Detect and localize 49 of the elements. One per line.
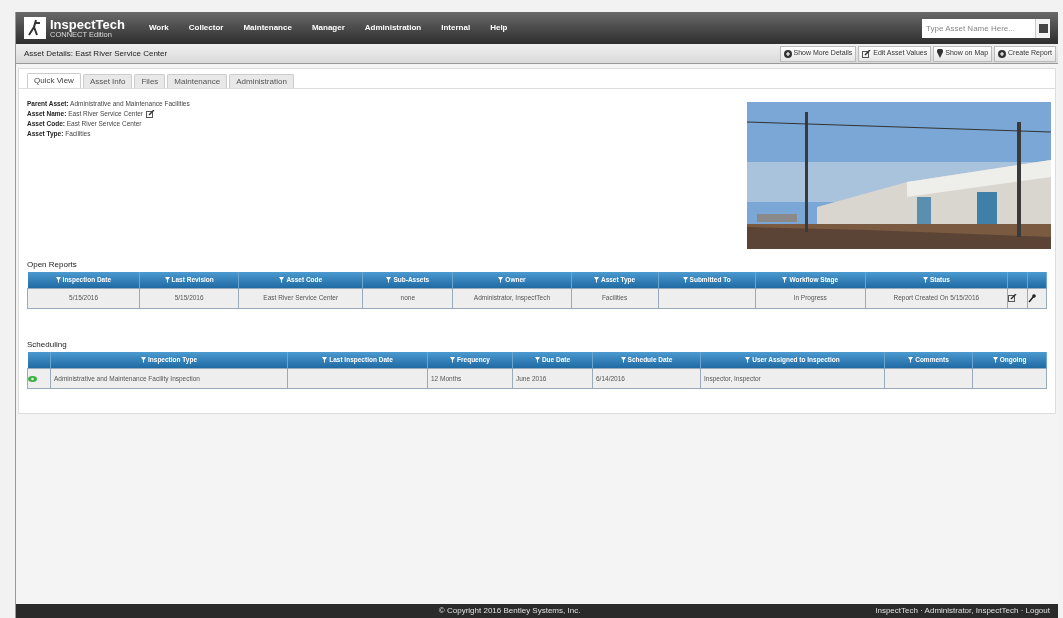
edit-icon — [1007, 294, 1017, 302]
section-title: Open Reports — [27, 259, 78, 271]
tab[interactable]: Asset Info — [82, 74, 133, 88]
menu-item[interactable]: Internal — [441, 22, 471, 34]
edit-icon — [862, 49, 872, 58]
grid-icon — [1038, 23, 1048, 33]
filter-icon — [55, 277, 61, 284]
column-header — [27, 351, 51, 369]
filter-icon — [682, 277, 688, 284]
map-pin-icon — [937, 49, 944, 58]
filter-icon — [745, 357, 751, 364]
plus-icon — [783, 49, 792, 58]
page-title: Asset Details: East River Service Center — [24, 47, 168, 60]
menu-item[interactable]: Collector — [188, 22, 224, 34]
filter-icon — [922, 277, 928, 284]
menu-item[interactable]: Work — [148, 22, 169, 34]
menu-item[interactable]: Help — [490, 22, 508, 34]
grid-button[interactable] — [1035, 18, 1050, 38]
filter-icon — [620, 357, 626, 364]
menu-item[interactable]: Maintenance — [243, 22, 292, 34]
filter-icon — [992, 357, 998, 364]
column-header — [1027, 272, 1047, 288]
plus-icon — [998, 49, 1007, 58]
tab[interactable]: Maintenance — [167, 74, 228, 88]
filter-icon — [782, 277, 788, 284]
tab[interactable]: Quick View — [27, 73, 81, 88]
filter-icon — [498, 277, 504, 284]
filter-icon — [534, 357, 540, 364]
filter-icon — [322, 357, 328, 364]
filter-icon — [593, 277, 599, 284]
edit-icon[interactable] — [146, 110, 155, 118]
filter-icon — [141, 357, 146, 364]
filter-icon — [164, 277, 170, 284]
column-header — [1007, 272, 1028, 288]
brand-name: InspectTech — [50, 17, 125, 31]
tab[interactable]: Files — [134, 74, 166, 88]
menu-item[interactable]: Administration — [364, 22, 422, 34]
filter-icon — [908, 357, 914, 364]
wrench-icon[interactable] — [1027, 293, 1036, 303]
user-links[interactable]: InspectTech · Administrator, InspectTech · Logout — [875, 605, 1050, 617]
search-field[interactable]: Type Asset Name Here... — [922, 18, 1035, 38]
section-title: Scheduling — [27, 338, 68, 351]
logo-icon — [24, 17, 46, 39]
filter-icon — [450, 357, 456, 364]
filter-icon — [279, 277, 285, 284]
menu-item[interactable]: Manager — [311, 22, 345, 34]
tab[interactable]: Administration — [229, 74, 294, 88]
filter-icon — [386, 277, 392, 284]
copyright-text: © Copyright 2016 Bentley Systems, Inc. — [437, 605, 582, 617]
